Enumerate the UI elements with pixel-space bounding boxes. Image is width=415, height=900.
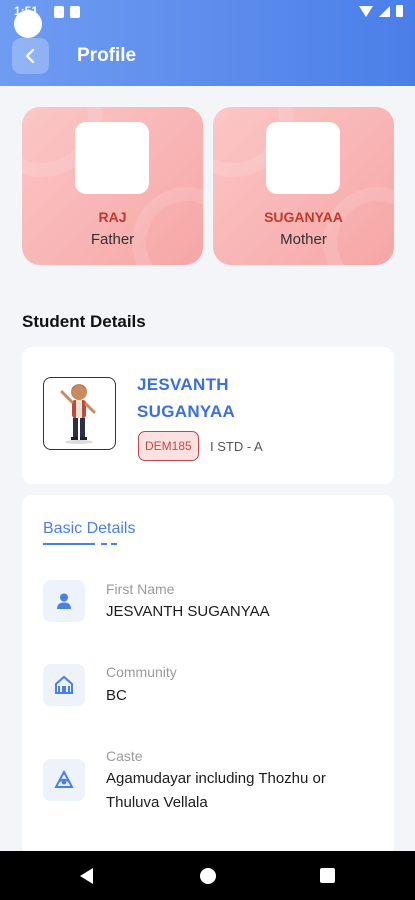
tab-underline: [43, 543, 95, 545]
decorative-ring: [323, 187, 394, 265]
field-label-community: Community: [106, 664, 177, 680]
page-title: Profile: [77, 45, 137, 66]
mother-relation: Mother: [280, 231, 327, 248]
tab-underline-dash: [111, 543, 117, 545]
father-card[interactable]: RAJ Father: [22, 107, 203, 265]
student-class: I STD - A: [210, 439, 263, 454]
system-icons: [359, 5, 403, 17]
field-label-first-name: First Name: [106, 581, 175, 597]
notification-icon: [70, 6, 80, 18]
signal-icon: [379, 5, 390, 17]
app-header: 1:51 Profile: [0, 0, 415, 86]
nav-back-icon[interactable]: [80, 868, 93, 884]
tab-underline-dash: [101, 543, 107, 545]
touch-indicator: [14, 10, 42, 38]
field-label-caste: Caste: [106, 748, 143, 764]
student-avatar-illustration: [60, 384, 96, 444]
nav-recents-icon[interactable]: [320, 868, 335, 883]
back-button[interactable]: [12, 38, 49, 74]
father-photo: [75, 122, 149, 194]
father-relation: Father: [90, 231, 135, 248]
mother-name: SUGANYAA: [264, 209, 343, 225]
field-value-first-name: JESVANTH SUGANYAA: [106, 603, 270, 620]
chevron-left-icon: [25, 48, 34, 64]
student-name: JESVANTH SUGANYAA: [137, 371, 317, 425]
decorative-ring: [132, 187, 203, 265]
student-name-last: SUGANYAA: [137, 402, 236, 421]
student-name-first: JESVANTH: [137, 375, 229, 394]
basic-details-card: Basic Details First Name JESVANTH SUGANY…: [22, 495, 394, 855]
community-icon: [43, 664, 85, 706]
mother-card[interactable]: SUGANYAA Mother: [213, 107, 394, 265]
student-avatar: [43, 377, 116, 450]
section-title: Student Details: [22, 312, 146, 331]
person-icon: [43, 580, 85, 622]
mother-photo: [266, 122, 340, 194]
student-id-badge: DEM185: [138, 431, 199, 461]
notification-icon: [54, 6, 64, 18]
system-nav-bar: [0, 851, 415, 900]
father-name: RAJ: [98, 209, 127, 225]
notification-icons: [54, 6, 80, 18]
status-bar: 1:51: [0, 0, 415, 38]
caste-icon: [43, 759, 85, 801]
nav-home-icon[interactable]: [200, 868, 216, 884]
wifi-icon: [359, 5, 373, 17]
student-card[interactable]: JESVANTH SUGANYAA DEM185 I STD - A: [22, 347, 394, 484]
field-value-community: BC: [106, 687, 127, 704]
battery-icon: [396, 5, 403, 17]
tab-basic-details[interactable]: Basic Details: [43, 520, 135, 538]
field-value-caste: Agamudayar including Thozhu or Thuluva V…: [106, 770, 326, 811]
